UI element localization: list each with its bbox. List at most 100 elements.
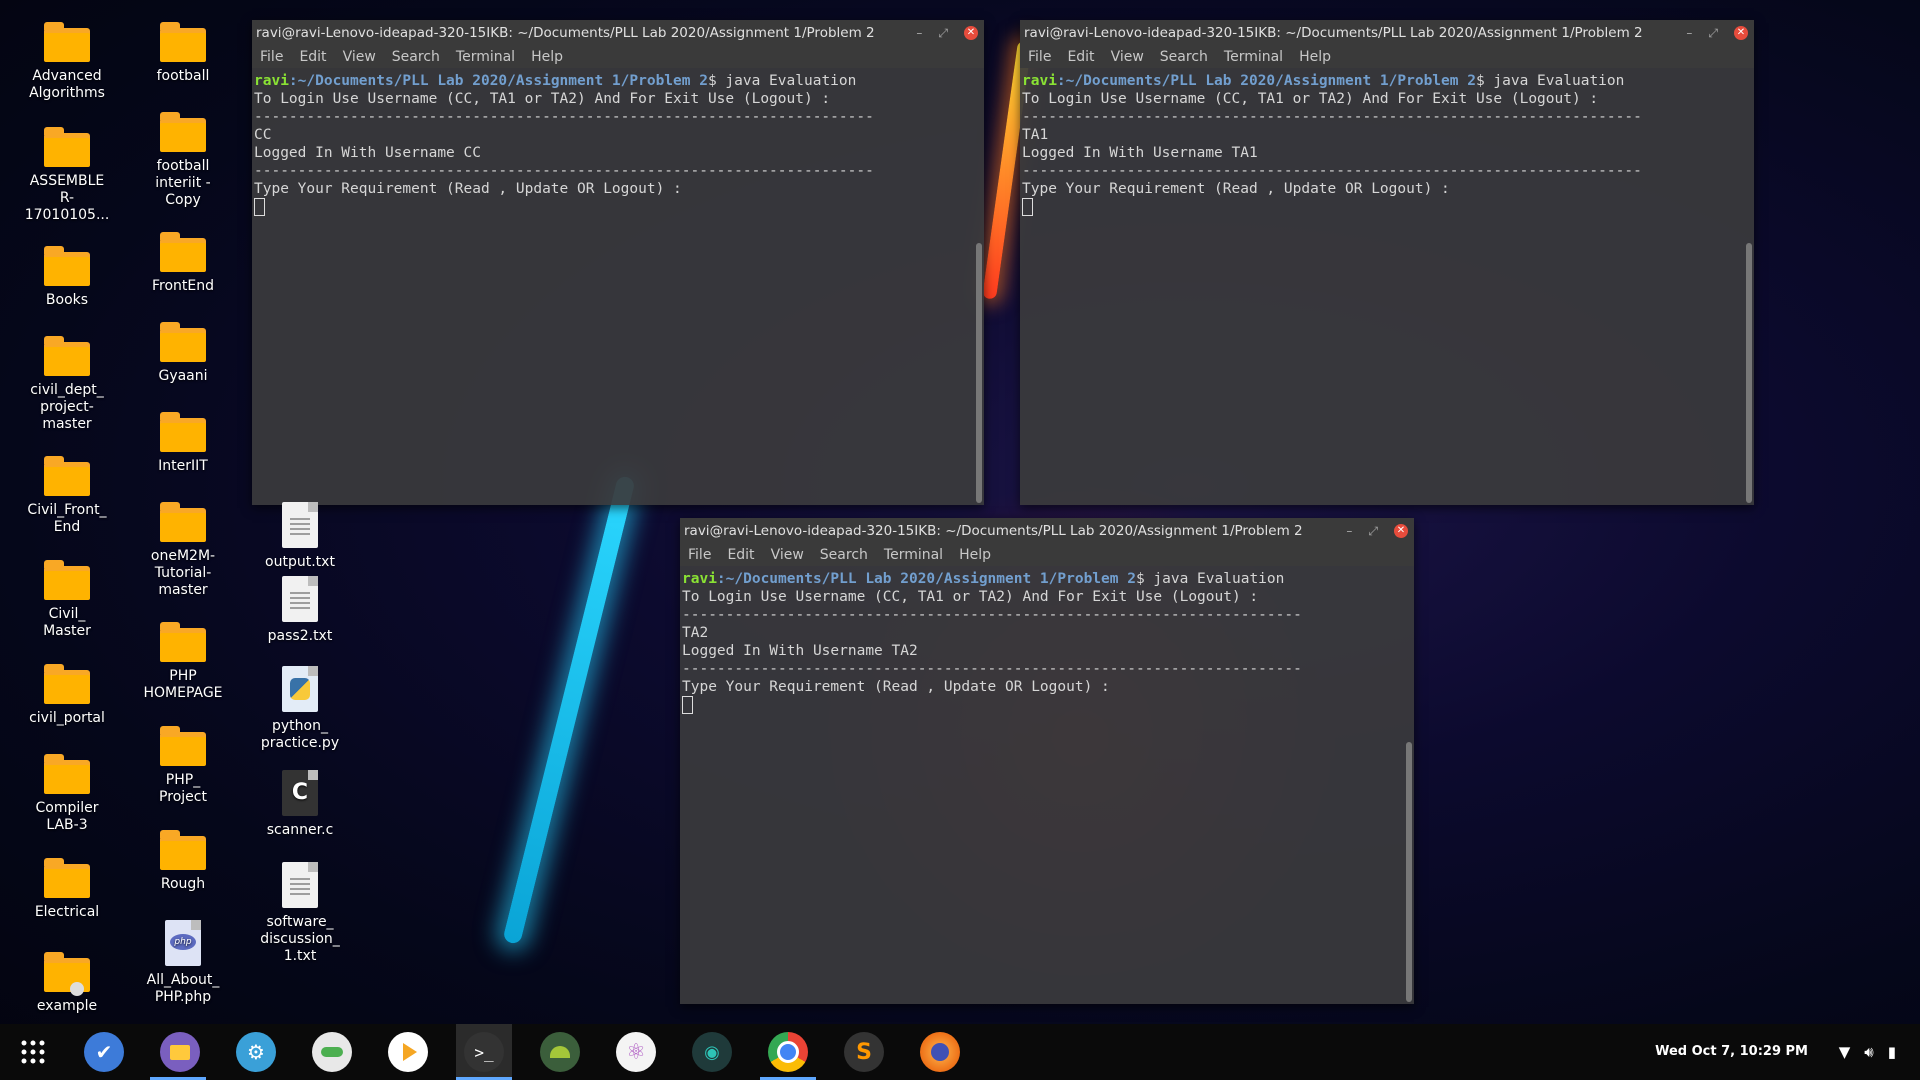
desktop-icon[interactable]: python_ practice.py: [245, 666, 355, 752]
clock[interactable]: Wed Oct 7, 10:29 PM: [1655, 1024, 1808, 1080]
desktop-icon[interactable]: oneM2M- Tutorial- master: [128, 502, 238, 599]
desktop-icon-label: Advanced Algorithms: [29, 68, 105, 101]
window-title[interactable]: ravi@ravi-Lenovo-ideapad-320-15IKB: ~/Do…: [680, 518, 1414, 544]
menu-edit[interactable]: Edit: [1067, 46, 1094, 68]
menu-edit[interactable]: Edit: [727, 544, 754, 566]
text-cursor: [1022, 198, 1033, 216]
desktop-icon[interactable]: PHP HOMEPAGE: [128, 622, 238, 702]
desktop-icon[interactable]: civil_portal: [12, 664, 122, 727]
desktop-icon[interactable]: pass2.txt: [245, 576, 355, 645]
output-line: To Login Use Username (CC, TA1 or TA2) A…: [682, 589, 1259, 605]
output-line: Logged In With Username TA2: [682, 643, 918, 659]
desktop-icon[interactable]: Cscanner.c: [245, 770, 355, 839]
terminal-window-1[interactable]: ravi@ravi-Lenovo-ideapad-320-15IKB: ~/Do…: [252, 20, 984, 505]
desktop-icon[interactable]: ASSEMBLE R- 17010105...: [12, 127, 122, 224]
tasks-check-icon[interactable]: ✔: [84, 1032, 124, 1072]
android-studio-icon[interactable]: [540, 1032, 580, 1072]
menu-terminal[interactable]: Terminal: [884, 544, 943, 566]
menu-help[interactable]: Help: [531, 46, 563, 68]
app-launcher-icon[interactable]: [13, 1032, 53, 1072]
window-title[interactable]: ravi@ravi-Lenovo-ideapad-320-15IKB: ~/Do…: [1020, 20, 1754, 46]
folder-icon: [160, 502, 206, 542]
close-icon[interactable]: ✕: [964, 26, 978, 40]
minimize-icon[interactable]: –: [916, 26, 922, 40]
desktop-icon[interactable]: civil_dept_ project- master: [12, 336, 122, 433]
minimize-icon[interactable]: –: [1346, 524, 1352, 538]
chrome-icon[interactable]: [768, 1032, 808, 1072]
desktop-icon[interactable]: Compiler LAB-3: [12, 754, 122, 834]
window-title[interactable]: ravi@ravi-Lenovo-ideapad-320-15IKB: ~/Do…: [252, 20, 984, 46]
desktop-icon[interactable]: software_ discussion_ 1.txt: [245, 862, 355, 965]
desktop-icon[interactable]: InterIIT: [128, 412, 238, 475]
menu-search[interactable]: Search: [1160, 46, 1208, 68]
separator-line: ----------------------------------------…: [1022, 163, 1642, 179]
terminal-output[interactable]: ravi:~/Documents/PLL Lab 2020/Assignment…: [1020, 68, 1744, 505]
close-icon[interactable]: ✕: [1394, 524, 1408, 538]
desktop-icon[interactable]: football: [128, 22, 238, 85]
menu-edit[interactable]: Edit: [299, 46, 326, 68]
desktop-icon[interactable]: FrontEnd: [128, 232, 238, 295]
menu-terminal[interactable]: Terminal: [1224, 46, 1283, 68]
menu-terminal[interactable]: Terminal: [456, 46, 515, 68]
folder-icon: [44, 22, 90, 62]
menu-file[interactable]: File: [1028, 46, 1051, 68]
sublime-text-icon[interactable]: S: [844, 1032, 884, 1072]
menu-search[interactable]: Search: [392, 46, 440, 68]
separator-line: ----------------------------------------…: [1022, 109, 1642, 125]
atom-icon[interactable]: ⚛: [616, 1032, 656, 1072]
output-line: Logged In With Username TA1: [1022, 145, 1258, 161]
scrollbar[interactable]: [976, 70, 982, 503]
scrollbar[interactable]: [1406, 568, 1412, 1002]
terminal-output[interactable]: ravi:~/Documents/PLL Lab 2020/Assignment…: [252, 68, 974, 505]
menu-help[interactable]: Help: [1299, 46, 1331, 68]
menu-view[interactable]: View: [1111, 46, 1144, 68]
desktop-icon[interactable]: Advanced Algorithms: [12, 22, 122, 102]
menu-file[interactable]: File: [260, 46, 283, 68]
desktop-icon[interactable]: football interiit - Copy: [128, 112, 238, 209]
toggle-app-icon[interactable]: [312, 1032, 352, 1072]
files-icon[interactable]: [160, 1032, 200, 1072]
volume-icon[interactable]: 🔊︎: [1864, 1043, 1873, 1061]
scrollbar[interactable]: [1746, 70, 1752, 503]
desktop-icon[interactable]: Gyaani: [128, 322, 238, 385]
php-file-icon: php: [165, 920, 201, 966]
folder-icon: [44, 858, 90, 898]
folder-icon: [44, 560, 90, 600]
battery-icon[interactable]: ▮: [1888, 1043, 1896, 1061]
desktop-icon[interactable]: PHP_ Project: [128, 726, 238, 806]
wifi-icon[interactable]: ▼: [1839, 1043, 1851, 1061]
firefox-icon[interactable]: [920, 1032, 960, 1072]
menu-bar: File Edit View Search Terminal Help: [680, 544, 1414, 566]
maximize-icon[interactable]: ⤢: [938, 26, 948, 41]
terminal-output[interactable]: ravi:~/Documents/PLL Lab 2020/Assignment…: [680, 566, 1404, 1004]
desktop-icon[interactable]: Civil_ Master: [12, 560, 122, 640]
system-tray[interactable]: ▼ 🔊︎ ▮: [1839, 1024, 1896, 1080]
menu-view[interactable]: View: [771, 544, 804, 566]
folder-icon: [44, 127, 90, 167]
close-icon[interactable]: ✕: [1734, 26, 1748, 40]
menu-file[interactable]: File: [688, 544, 711, 566]
menu-view[interactable]: View: [343, 46, 376, 68]
desktop-icon[interactable]: Books: [12, 246, 122, 309]
minimize-icon[interactable]: –: [1686, 26, 1692, 40]
folder-icon: [160, 112, 206, 152]
desktop-icon[interactable]: Rough: [128, 830, 238, 893]
desktop-icon[interactable]: Electrical: [12, 858, 122, 921]
terminal-window-2[interactable]: ravi@ravi-Lenovo-ideapad-320-15IKB: ~/Do…: [1020, 20, 1754, 505]
desktop-icon[interactable]: Civil_Front_ End: [12, 456, 122, 536]
desktop-icon-label: FrontEnd: [151, 278, 214, 294]
menu-search[interactable]: Search: [820, 544, 868, 566]
terminal-window-3[interactable]: ravi@ravi-Lenovo-ideapad-320-15IKB: ~/Do…: [680, 518, 1414, 1004]
folder-icon: [160, 830, 206, 870]
desktop-icon[interactable]: php All_About_ PHP.php: [128, 920, 238, 1006]
media-player-icon[interactable]: [388, 1032, 428, 1072]
maximize-icon[interactable]: ⤢: [1708, 26, 1718, 41]
maximize-icon[interactable]: ⤢: [1368, 524, 1378, 539]
desktop-icon[interactable]: output.txt: [245, 502, 355, 571]
menu-help[interactable]: Help: [959, 544, 991, 566]
settings-icon[interactable]: ⚙: [236, 1032, 276, 1072]
desktop-icon[interactable]: example: [12, 952, 122, 1015]
terminal-icon[interactable]: >_: [464, 1032, 504, 1072]
desktop-icon-label: civil_portal: [29, 710, 105, 726]
gitkraken-icon[interactable]: ◉: [692, 1032, 732, 1072]
